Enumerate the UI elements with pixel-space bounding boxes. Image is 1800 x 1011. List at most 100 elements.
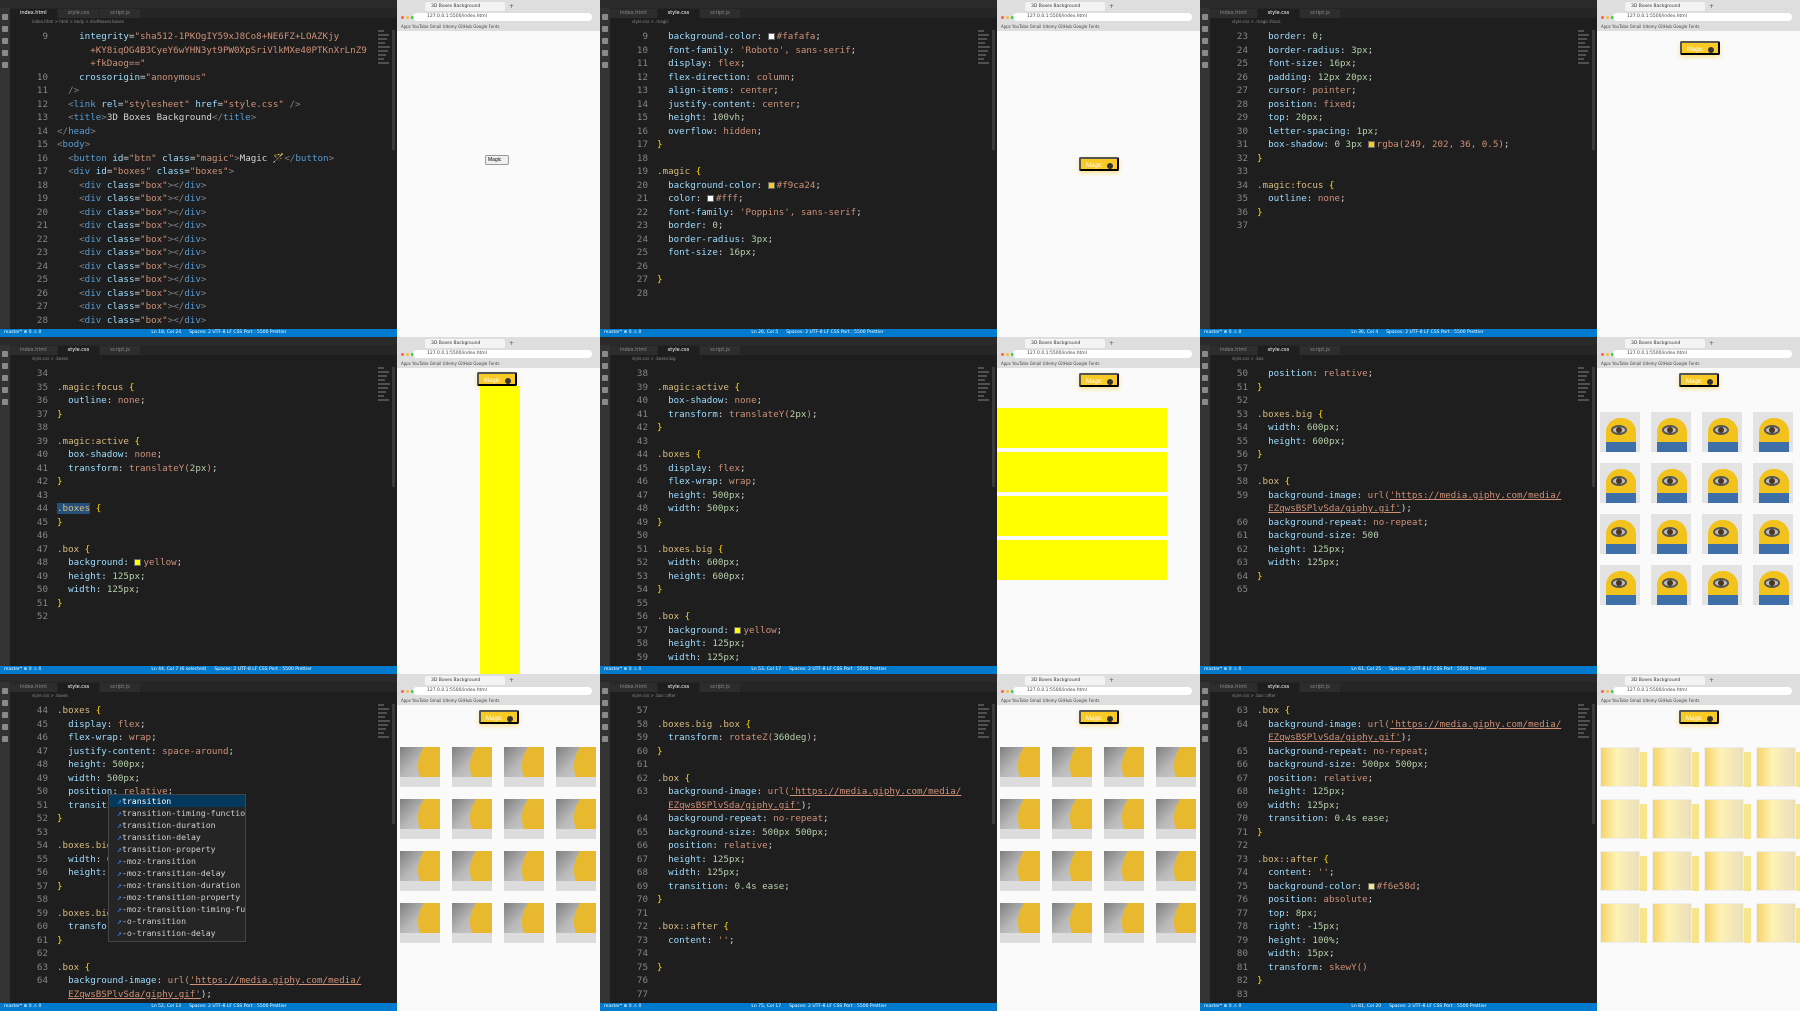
search-icon[interactable] (2, 700, 8, 706)
autocomplete-item[interactable]: ↗transition (109, 795, 245, 807)
window-dot[interactable] (406, 353, 409, 356)
window-dot[interactable] (1606, 353, 1609, 356)
editor-tab-css[interactable]: style.css (1257, 346, 1300, 355)
autocomplete-item[interactable]: ↗-moz-transition-delay (109, 867, 245, 879)
autocomplete-item[interactable]: ↗-moz-transition (109, 855, 245, 867)
status-position[interactable]: Ln 61, Col 25 (1351, 667, 1381, 672)
code-text[interactable]: integrity="sha512-1PKOgIY59xJ8Co8+NE6FZ+… (57, 30, 377, 329)
autocomplete-item[interactable]: ↗-moz-transition-property (109, 891, 245, 903)
minimap[interactable] (1578, 30, 1591, 66)
extensions-icon[interactable] (2, 399, 8, 405)
code-text[interactable]: border: 0; border-radius: 3px; font-size… (1257, 30, 1577, 329)
editor-tab-html[interactable]: index.html (10, 683, 57, 692)
vertical-scrollbar[interactable] (392, 367, 395, 487)
browser-tab[interactable]: 3D Boxes Background (1625, 676, 1705, 685)
search-icon[interactable] (2, 363, 8, 369)
git-icon[interactable] (1202, 375, 1208, 381)
code-text[interactable]: .boxes.big .box { transform: rotateZ(360… (657, 704, 977, 1003)
editor-tab-js[interactable]: script.js (100, 346, 140, 355)
status-branch[interactable]: master* ⊗ 0 ⚠ 0 (1204, 330, 1241, 335)
status-branch[interactable]: master* ⊗ 0 ⚠ 0 (604, 1004, 641, 1009)
color-swatch[interactable] (767, 181, 775, 189)
magic-button[interactable]: Magic (1079, 157, 1119, 171)
files-icon[interactable] (1202, 14, 1208, 20)
new-tab-icon[interactable]: + (1709, 339, 1729, 348)
address-bar[interactable]: 127.0.0.1:5500/index.html (413, 13, 592, 21)
autocomplete-item[interactable]: ↗transition-delay (109, 831, 245, 843)
debug-icon[interactable] (602, 50, 608, 56)
files-icon[interactable] (2, 688, 8, 694)
status-branch[interactable]: master* ⊗ 0 ⚠ 0 (1204, 1004, 1241, 1009)
browser-tab[interactable]: 3D Boxes Background (1625, 339, 1705, 348)
window-dot[interactable] (1601, 690, 1604, 693)
editor-tab-html[interactable]: index.html (610, 683, 657, 692)
status-position[interactable]: Ln 18, Col 24 (151, 330, 181, 335)
debug-icon[interactable] (2, 387, 8, 393)
vertical-scrollbar[interactable] (392, 704, 395, 824)
window-dot[interactable] (401, 690, 404, 693)
editor-tab-html[interactable]: index.html (10, 9, 57, 18)
window-dot[interactable] (1001, 353, 1004, 356)
files-icon[interactable] (2, 351, 8, 357)
window-dot[interactable] (401, 16, 404, 19)
browser-tab[interactable]: 3D Boxes Background (425, 2, 505, 11)
editor-tab-css[interactable]: style.css (57, 9, 100, 18)
git-icon[interactable] (1202, 38, 1208, 44)
window-dot[interactable] (401, 353, 404, 356)
color-swatch[interactable] (134, 559, 142, 566)
autocomplete-item[interactable]: ↗-moz-transition-duration (109, 879, 245, 891)
status-position[interactable]: Ln 53, Col 17 (751, 667, 781, 672)
window-dot[interactable] (1001, 16, 1004, 19)
autocomplete-item[interactable]: ↗transition-duration (109, 819, 245, 831)
magic-button[interactable]: Magic (477, 372, 517, 386)
color-swatch[interactable] (767, 33, 775, 40)
magic-button[interactable]: Magic (1680, 41, 1720, 55)
status-branch[interactable]: master* ⊗ 0 ⚠ 0 (1204, 667, 1241, 672)
window-dot[interactable] (1601, 16, 1604, 19)
window-dot[interactable] (406, 690, 409, 693)
debug-icon[interactable] (1202, 724, 1208, 730)
code-url[interactable]: EZqwsBSPlvSda/giphy.gif' (668, 800, 801, 811)
autocomplete-item[interactable]: ↗transition-timing-function (109, 807, 245, 819)
git-icon[interactable] (2, 38, 8, 44)
search-icon[interactable] (602, 363, 608, 369)
code-url[interactable]: 'https://media.giphy.com/media/ (790, 786, 961, 797)
window-dot[interactable] (1006, 16, 1009, 19)
git-icon[interactable] (602, 712, 608, 718)
debug-icon[interactable] (602, 724, 608, 730)
git-icon[interactable] (2, 375, 8, 381)
files-icon[interactable] (2, 14, 8, 20)
autocomplete-item[interactable]: ↗-moz-transition-timing-fu… (109, 903, 245, 915)
extensions-icon[interactable] (602, 62, 608, 68)
window-dot[interactable] (1606, 16, 1609, 19)
debug-icon[interactable] (1202, 387, 1208, 393)
new-tab-icon[interactable]: + (1709, 676, 1729, 685)
code-url[interactable]: 'https://media.giphy.com/media/ (1390, 719, 1561, 730)
extensions-icon[interactable] (1202, 736, 1208, 742)
code-url[interactable]: 'https://media.giphy.com/media/ (190, 975, 361, 986)
browser-tab[interactable]: 3D Boxes Background (1625, 2, 1705, 11)
autocomplete-list[interactable]: ↗transition ↗transition-timing-function ↗t… (108, 794, 246, 942)
editor-tab-html[interactable]: index.html (1210, 683, 1257, 692)
debug-icon[interactable] (602, 387, 608, 393)
code-text[interactable]: position: relative;} .boxes.big { width: … (1257, 367, 1577, 666)
address-bar[interactable]: 127.0.0.1:5500/index.html (1613, 13, 1792, 21)
editor-tab-css[interactable]: style.css (1257, 683, 1300, 692)
editor-tab-html[interactable]: index.html (1210, 346, 1257, 355)
search-icon[interactable] (602, 26, 608, 32)
debug-icon[interactable] (1202, 50, 1208, 56)
minimap[interactable] (1578, 367, 1591, 403)
editor-tab-js[interactable]: script.js (1300, 683, 1340, 692)
files-icon[interactable] (602, 14, 608, 20)
address-bar[interactable]: 127.0.0.1:5500/index.html (1613, 350, 1792, 358)
status-branch[interactable]: master* ⊗ 0 ⚠ 0 (4, 667, 41, 672)
debug-icon[interactable] (2, 50, 8, 56)
status-branch[interactable]: master* ⊗ 0 ⚠ 0 (604, 667, 641, 672)
extensions-icon[interactable] (2, 736, 8, 742)
status-position[interactable]: Ln 44, Col 7 (6 selected) (151, 667, 206, 672)
browser-tab[interactable]: 3D Boxes Background (1025, 676, 1105, 685)
editor-tab-css[interactable]: style.css (57, 346, 100, 355)
new-tab-icon[interactable]: + (1709, 2, 1729, 11)
autocomplete-item[interactable]: ↗transition-property (109, 843, 245, 855)
editor-tab-js[interactable]: script.js (700, 683, 740, 692)
